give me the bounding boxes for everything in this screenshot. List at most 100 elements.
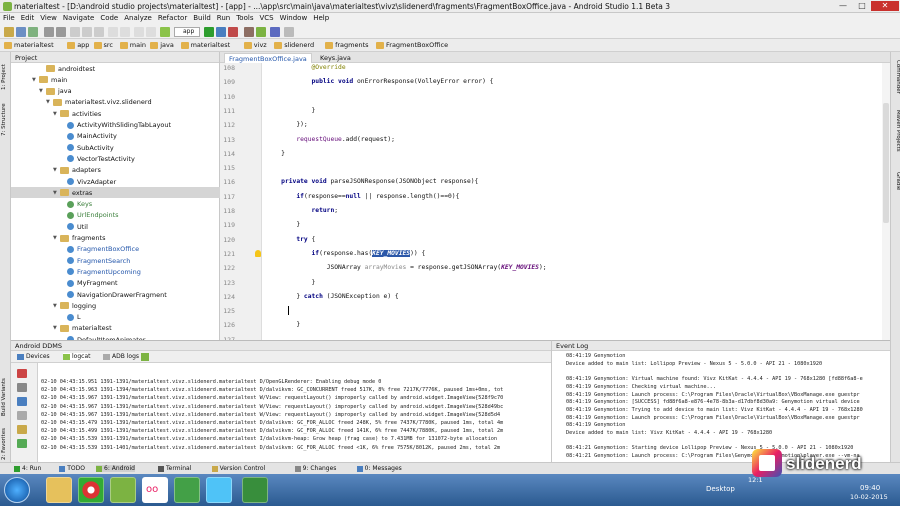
menu-window[interactable]: Window: [277, 13, 311, 23]
breadcrumb-slidenerd[interactable]: slidenerd: [274, 41, 314, 50]
undo-icon[interactable]: [44, 27, 54, 37]
tab-commander[interactable]: Commander: [892, 60, 900, 100]
breadcrumb-materialtest[interactable]: materialtest: [180, 41, 230, 50]
tree-item[interactable]: ▼ java: [11, 86, 72, 97]
expand-arrow-icon[interactable]: ▼: [53, 235, 60, 241]
camtasia-taskbar-icon[interactable]: [174, 477, 200, 503]
menu-vcs[interactable]: VCS: [256, 13, 276, 23]
menu-build[interactable]: Build: [190, 13, 214, 23]
tree-item[interactable]: MainActivity: [11, 131, 117, 142]
tree-item[interactable]: NavigationDrawerFragment: [11, 289, 167, 300]
tree-item[interactable]: ActivityWithSlidingTabLayout: [11, 120, 171, 131]
breadcrumb-java[interactable]: java: [150, 41, 174, 50]
run-config-select[interactable]: app: [174, 27, 200, 37]
editor-scrollbar[interactable]: [882, 63, 890, 340]
breadcrumb-src[interactable]: src: [93, 41, 113, 50]
expand-arrow-icon[interactable]: ▼: [53, 303, 60, 309]
open-icon[interactable]: [4, 27, 14, 37]
ddms-tool-icon[interactable]: [17, 425, 27, 434]
tree-item[interactable]: ▼ activities: [11, 108, 101, 119]
tree-item[interactable]: FragmentSearch: [11, 255, 130, 266]
tree-item[interactable]: VivzAdapter: [11, 176, 116, 187]
virtualbox-taskbar-icon[interactable]: [206, 477, 232, 503]
sdk-manager-icon[interactable]: [256, 27, 266, 37]
clock-time[interactable]: 09:40: [860, 484, 880, 492]
find-icon[interactable]: [108, 27, 118, 37]
tab-maven-projects[interactable]: Maven Projects: [892, 110, 900, 164]
tree-item[interactable]: UrlEndpoints: [11, 210, 119, 221]
breadcrumb-main[interactable]: main: [119, 41, 146, 50]
tool-window-button[interactable]: 9: Changes: [294, 465, 336, 472]
expand-arrow-icon[interactable]: ▼: [53, 167, 60, 173]
menu-navigate[interactable]: Navigate: [60, 13, 97, 23]
tree-item[interactable]: FragmentBoxOffice: [11, 244, 139, 255]
tab-adb-logs[interactable]: ADB logs: [103, 353, 139, 360]
code-editor[interactable]: @Override public void onErrorResponse(Vo…: [262, 63, 882, 340]
forward-icon[interactable]: [146, 27, 156, 37]
expand-arrow-icon[interactable]: ▼: [32, 77, 39, 83]
menu-edit[interactable]: Edit: [18, 13, 38, 23]
breadcrumb-app[interactable]: app: [67, 41, 89, 50]
tree-item[interactable]: L: [11, 312, 81, 323]
expand-arrow-icon[interactable]: ▼: [46, 99, 53, 105]
tab-keys[interactable]: Keys.java: [316, 53, 355, 63]
tree-item[interactable]: ▼ materialtest.vivz.slidenerd: [11, 97, 152, 108]
project-view-select[interactable]: Project: [15, 54, 37, 62]
chrome-taskbar-icon[interactable]: [78, 477, 104, 503]
tab-gradle[interactable]: Gradle: [892, 172, 900, 196]
minimize-button[interactable]: —: [834, 1, 852, 11]
save-icon[interactable]: [16, 27, 26, 37]
genymotion-taskbar-icon[interactable]: [110, 477, 136, 503]
menu-analyze[interactable]: Analyze: [121, 13, 155, 23]
tree-item[interactable]: FragmentUpcoming: [11, 266, 141, 277]
expand-arrow-icon[interactable]: ▼: [53, 325, 60, 331]
tree-item[interactable]: ▼ fragments: [11, 233, 105, 244]
expand-arrow-icon[interactable]: ▼: [53, 111, 60, 117]
expand-arrow-icon[interactable]: ▼: [39, 88, 46, 94]
breadcrumb-vivz[interactable]: vivz: [243, 41, 267, 50]
menu-code[interactable]: Code: [97, 13, 121, 23]
tool-window-button[interactable]: Version Control: [211, 465, 265, 472]
tree-item[interactable]: VectorTestActivity: [11, 153, 135, 164]
menu-view[interactable]: View: [37, 13, 60, 23]
tool-window-button[interactable]: Terminal: [158, 465, 191, 472]
explorer-taskbar-icon[interactable]: [46, 477, 72, 503]
tree-item[interactable]: ▼ extras: [11, 187, 220, 199]
make-icon[interactable]: [160, 27, 170, 37]
close-button[interactable]: ✕: [871, 1, 899, 11]
redo-icon[interactable]: [56, 27, 66, 37]
menu-tools[interactable]: Tools: [233, 13, 256, 23]
ddms-tool-icon[interactable]: [17, 369, 27, 378]
ddms-tool-icon[interactable]: [17, 439, 27, 448]
tab-project[interactable]: 1: Project: [1, 56, 10, 90]
menu-help[interactable]: Help: [310, 13, 332, 23]
ddms-icon[interactable]: [270, 27, 280, 37]
ddms-tool-icon[interactable]: [17, 411, 27, 420]
desktop-toolbar-label[interactable]: Desktop: [706, 485, 735, 493]
maximize-button[interactable]: □: [853, 1, 871, 11]
run-icon[interactable]: [204, 27, 214, 37]
tool-window-button[interactable]: 4: Run: [14, 465, 41, 472]
tree-item[interactable]: ▼ materialtest: [11, 323, 112, 334]
help-icon[interactable]: [284, 27, 294, 37]
tree-item[interactable]: SubActivity: [11, 142, 114, 153]
menu-run[interactable]: Run: [214, 13, 233, 23]
breadcrumb-fragmentboxoffice[interactable]: FragmentBoxOffice: [376, 41, 448, 50]
paste-icon[interactable]: [94, 27, 104, 37]
tree-item[interactable]: ▼ adapters: [11, 165, 101, 176]
tree-item[interactable]: androidtest: [11, 63, 95, 74]
tool-window-button[interactable]: TODO: [59, 465, 85, 472]
debug-icon[interactable]: [216, 27, 226, 37]
tree-item[interactable]: ▼ logging: [11, 300, 96, 311]
breadcrumb-fragments[interactable]: fragments: [325, 41, 369, 50]
expand-arrow-icon[interactable]: ▼: [53, 190, 60, 196]
stop-icon[interactable]: [228, 27, 238, 37]
tree-item[interactable]: Util: [11, 221, 88, 232]
ddms-tool-icon[interactable]: [17, 397, 27, 406]
copy-icon[interactable]: [82, 27, 92, 37]
tree-item[interactable]: MyFragment: [11, 278, 118, 289]
android-icon[interactable]: [141, 353, 149, 361]
flickr-taskbar-icon[interactable]: oo: [142, 477, 168, 503]
replace-icon[interactable]: [120, 27, 130, 37]
sync-icon[interactable]: [28, 27, 38, 37]
